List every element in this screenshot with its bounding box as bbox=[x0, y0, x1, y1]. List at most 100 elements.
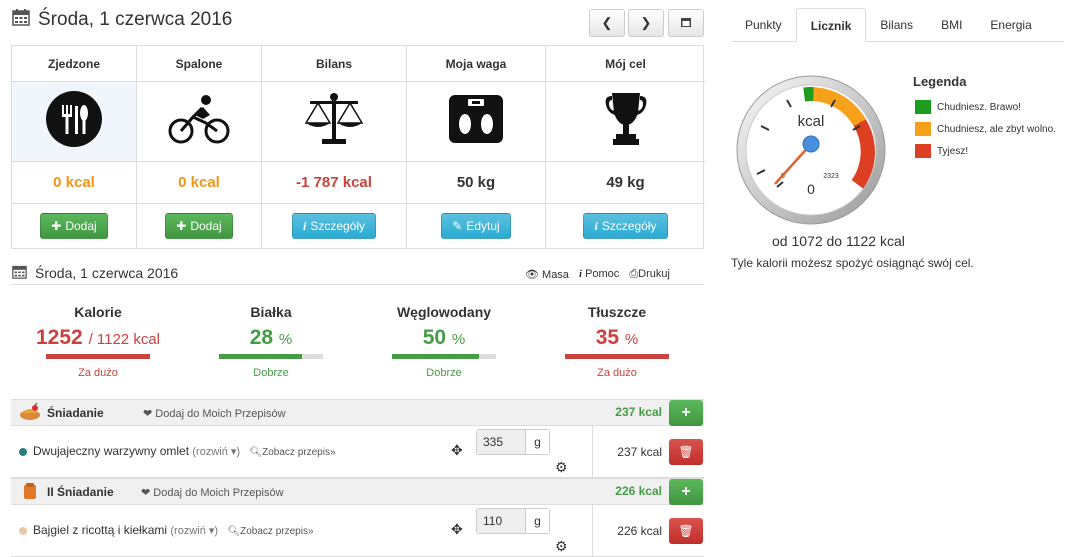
macro-bar bbox=[219, 354, 323, 359]
eye-icon: 👁 bbox=[525, 269, 539, 281]
legend-item: Tyjesz! bbox=[915, 144, 968, 158]
plus-icon: + bbox=[681, 404, 691, 421]
summary-col-weight: Moja waga 50 kg ✎ Edytuj bbox=[407, 46, 546, 248]
calorie-range: od 1072 do 1122 kcal bbox=[772, 233, 905, 249]
edit-weight-button[interactable]: ✎ Edytuj bbox=[441, 213, 511, 239]
next-day-button[interactable]: ❯ bbox=[628, 9, 664, 37]
macro-bar bbox=[565, 354, 669, 359]
section-title: Środa, 1 czerwca 2016 bbox=[12, 264, 178, 282]
view-recipe-link[interactable]: 🔍︎Zobacz przepis» bbox=[249, 447, 335, 458]
gear-icon[interactable]: ⚙ bbox=[555, 538, 568, 555]
summary-header: Zjedzone bbox=[12, 46, 136, 82]
quantity-field[interactable]: 335 g bbox=[476, 429, 550, 455]
heart-icon: ❤ bbox=[141, 487, 151, 499]
info-icon: i bbox=[302, 218, 307, 233]
meal-header-breakfast: Śniadanie ❤ Dodaj do Moich Przepisów 237… bbox=[11, 399, 704, 426]
mass-link[interactable]: 👁 Masa bbox=[525, 268, 569, 281]
gauge-band-green bbox=[803, 87, 814, 102]
goal-details-button[interactable]: i Szczegóły bbox=[583, 213, 668, 239]
calendar-icon bbox=[680, 16, 692, 31]
meal-header-second-breakfast: II Śniadanie ❤ Dodaj do Moich Przepisów … bbox=[11, 478, 704, 505]
add-food-button[interactable]: + bbox=[669, 400, 703, 426]
legend-swatch bbox=[915, 122, 931, 136]
macro-carbs: Węglowodany 50 % Dobrze bbox=[374, 304, 514, 379]
summary-value: -1 787 kcal bbox=[262, 162, 406, 204]
move-icon[interactable]: ✥ bbox=[451, 442, 463, 459]
summary-col-goal: Mój cel 49 kg i Szczegóły bbox=[546, 46, 705, 248]
tab-bmi[interactable]: BMI bbox=[927, 8, 976, 42]
bicycle-icon bbox=[168, 93, 230, 150]
food-row: Dwujajeczny warzywny omlet (rozwiń ▾) 🔍︎… bbox=[11, 426, 704, 478]
macro-protein: Białka 28 % Dobrze bbox=[201, 304, 341, 379]
expand-toggle[interactable]: (rozwiń ▾) bbox=[170, 525, 218, 537]
info-icon: i bbox=[578, 268, 582, 280]
summary-header: Moja waga bbox=[407, 46, 545, 82]
tab-licznik[interactable]: Licznik bbox=[795, 8, 867, 43]
quantity-field[interactable]: 110 g bbox=[476, 508, 550, 534]
summary-header: Bilans bbox=[262, 46, 406, 82]
gauge-hub bbox=[802, 135, 820, 153]
balance-details-button[interactable]: i Szczegóły bbox=[291, 213, 377, 239]
gauge-max-label: 2323 bbox=[823, 173, 839, 180]
breakfast-icon bbox=[19, 402, 41, 426]
food-name: Bajgiel z ricottą i kiełkami bbox=[33, 523, 168, 537]
heart-icon: ❤ bbox=[143, 408, 153, 420]
macro-bar-fill bbox=[46, 354, 150, 359]
trash-icon: 🗑︎ bbox=[678, 524, 694, 538]
tab-bilans[interactable]: Bilans bbox=[866, 8, 927, 42]
add-to-favorites-link[interactable]: ❤ Dodaj do Moich Przepisów bbox=[143, 407, 286, 420]
food-row: Bajgiel z ricottą i kiełkami (rozwiń ▾) … bbox=[11, 505, 704, 557]
divider bbox=[11, 284, 704, 285]
summary-header: Mój cel bbox=[546, 46, 705, 82]
plus-icon: + bbox=[681, 483, 691, 500]
add-burned-button[interactable]: ✚ Dodaj bbox=[165, 213, 233, 239]
summary-col-balance: Bilans -1 787 kcal i Szczegóły bbox=[262, 46, 407, 248]
gauge-unit: kcal bbox=[798, 113, 825, 130]
trash-icon: 🗑︎ bbox=[678, 445, 694, 459]
daily-summary-table: Zjedzone 0 kcal ✚ Dodaj Spalone 0 kcal ✚ D… bbox=[11, 45, 705, 249]
help-link[interactable]: i Pomoc bbox=[579, 268, 619, 281]
delete-food-button[interactable]: 🗑︎ bbox=[669, 439, 703, 465]
view-recipe-link[interactable]: 🔍︎Zobacz przepis» bbox=[227, 526, 313, 537]
add-food-button[interactable]: + bbox=[669, 479, 703, 505]
summary-value: 49 kg bbox=[546, 162, 705, 204]
summary-col-burned: Spalone 0 kcal ✚ Dodaj bbox=[137, 46, 262, 248]
meal-kcal: 237 kcal bbox=[615, 405, 662, 419]
delete-food-button[interactable]: 🗑︎ bbox=[669, 518, 703, 544]
food-dot bbox=[19, 527, 27, 535]
print-link[interactable]: ⎙Drukuj bbox=[629, 268, 670, 281]
summary-value: 50 kg bbox=[407, 162, 545, 204]
chevron-left-icon: ❮ bbox=[601, 15, 613, 30]
macro-bar bbox=[392, 354, 496, 359]
add-to-favorites-link[interactable]: ❤ Dodaj do Moich Przepisów bbox=[141, 486, 284, 499]
meal-name: Śniadanie bbox=[47, 406, 104, 420]
legend-item: Chudniesz. Brawo! bbox=[915, 100, 1021, 114]
search-icon: 🔍︎ bbox=[227, 526, 241, 537]
scale-balance-icon bbox=[304, 91, 364, 152]
move-icon[interactable]: ✥ bbox=[451, 521, 463, 538]
summary-header: Spalone bbox=[137, 46, 261, 82]
expand-toggle[interactable]: (rozwiń ▾) bbox=[192, 446, 240, 458]
tab-energia[interactable]: Energia bbox=[976, 8, 1045, 42]
cutlery-icon bbox=[45, 90, 103, 153]
date-label: Środa, 1 czerwca 2016 bbox=[38, 9, 233, 30]
gauge-center-value: 0 bbox=[807, 181, 815, 197]
macro-bar-fill bbox=[392, 354, 480, 359]
add-eaten-button[interactable]: ✚ Dodaj bbox=[40, 213, 108, 239]
calendar-icon bbox=[12, 8, 30, 32]
gear-icon[interactable]: ⚙ bbox=[555, 459, 568, 476]
page-title: Środa, 1 czerwca 2016 bbox=[12, 8, 232, 32]
legend-swatch bbox=[915, 144, 931, 158]
section-links: 👁 Masa i Pomoc ⎙Drukuj bbox=[525, 268, 670, 281]
macro-bar bbox=[46, 354, 150, 359]
chart-tabs: Punkty Licznik Bilans BMI Energia bbox=[731, 8, 1064, 43]
macro-calories: Kalorie 1252 / 1122 kcal Za dużo bbox=[36, 304, 160, 379]
food-kcal: 226 kcal bbox=[592, 505, 662, 557]
calendar-button[interactable] bbox=[668, 9, 704, 37]
search-icon: 🔍︎ bbox=[249, 447, 263, 458]
meal-kcal: 226 kcal bbox=[615, 484, 662, 498]
print-icon: ⎙ bbox=[629, 268, 639, 280]
macro-fat: Tłuszcze 35 % Za dużo bbox=[547, 304, 687, 379]
prev-day-button[interactable]: ❮ bbox=[589, 9, 625, 37]
tab-punkty[interactable]: Punkty bbox=[731, 8, 796, 42]
